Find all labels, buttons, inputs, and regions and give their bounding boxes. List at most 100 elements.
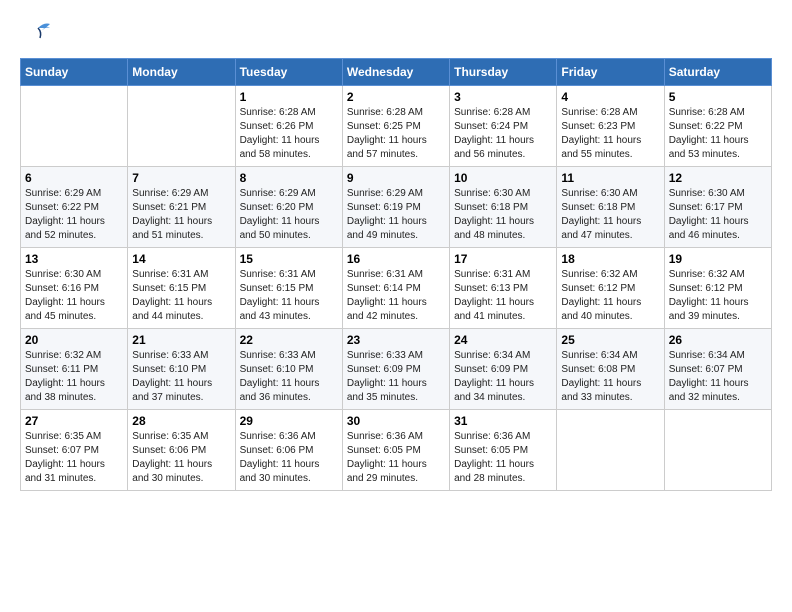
- day-number: 29: [240, 414, 338, 428]
- day-number: 7: [132, 171, 230, 185]
- page-header: [20, 20, 772, 48]
- calendar-cell: 1 Sunrise: 6:28 AM Sunset: 6:26 PM Daylig…: [235, 86, 342, 167]
- day-number: 16: [347, 252, 445, 266]
- calendar-cell: 9 Sunrise: 6:29 AM Sunset: 6:19 PM Daylig…: [342, 167, 449, 248]
- day-info: Sunrise: 6:31 AM Sunset: 6:14 PM Dayligh…: [347, 268, 445, 324]
- day-info: Sunrise: 6:29 AM Sunset: 6:22 PM Dayligh…: [25, 187, 123, 243]
- day-of-week-header: Wednesday: [342, 59, 449, 86]
- day-info: Sunrise: 6:34 AM Sunset: 6:08 PM Dayligh…: [561, 349, 659, 405]
- calendar-cell: 10 Sunrise: 6:30 AM Sunset: 6:18 PM Dayli…: [450, 167, 557, 248]
- day-number: 17: [454, 252, 552, 266]
- day-info: Sunrise: 6:31 AM Sunset: 6:15 PM Dayligh…: [240, 268, 338, 324]
- day-number: 2: [347, 90, 445, 104]
- day-info: Sunrise: 6:32 AM Sunset: 6:12 PM Dayligh…: [669, 268, 767, 324]
- calendar-cell: 16 Sunrise: 6:31 AM Sunset: 6:14 PM Dayli…: [342, 248, 449, 329]
- day-number: 26: [669, 333, 767, 347]
- calendar-cell: 28 Sunrise: 6:35 AM Sunset: 6:06 PM Dayli…: [128, 410, 235, 491]
- day-number: 14: [132, 252, 230, 266]
- day-info: Sunrise: 6:35 AM Sunset: 6:07 PM Dayligh…: [25, 430, 123, 486]
- day-info: Sunrise: 6:34 AM Sunset: 6:09 PM Dayligh…: [454, 349, 552, 405]
- calendar-cell: 24 Sunrise: 6:34 AM Sunset: 6:09 PM Dayli…: [450, 329, 557, 410]
- calendar-week-row: 6Sunrise: 6:29 AM Sunset: 6:22 PM Daylig…: [21, 167, 772, 248]
- calendar-cell: 25Sunrise: 6:34 AM Sunset: 6:08 PM Dayli…: [557, 329, 664, 410]
- day-of-week-header: Friday: [557, 59, 664, 86]
- logo: [20, 20, 52, 48]
- day-info: Sunrise: 6:32 AM Sunset: 6:12 PM Dayligh…: [561, 268, 659, 324]
- calendar-cell: 23 Sunrise: 6:33 AM Sunset: 6:09 PM Dayli…: [342, 329, 449, 410]
- day-info: Sunrise: 6:33 AM Sunset: 6:10 PM Dayligh…: [132, 349, 230, 405]
- day-number: 24: [454, 333, 552, 347]
- day-number: 23: [347, 333, 445, 347]
- day-of-week-header: Sunday: [21, 59, 128, 86]
- calendar-cell: [128, 86, 235, 167]
- calendar-cell: 6Sunrise: 6:29 AM Sunset: 6:22 PM Daylig…: [21, 167, 128, 248]
- day-info: Sunrise: 6:31 AM Sunset: 6:13 PM Dayligh…: [454, 268, 552, 324]
- day-info: Sunrise: 6:35 AM Sunset: 6:06 PM Dayligh…: [132, 430, 230, 486]
- day-info: Sunrise: 6:29 AM Sunset: 6:19 PM Dayligh…: [347, 187, 445, 243]
- day-info: Sunrise: 6:30 AM Sunset: 6:17 PM Dayligh…: [669, 187, 767, 243]
- day-info: Sunrise: 6:33 AM Sunset: 6:10 PM Dayligh…: [240, 349, 338, 405]
- calendar-cell: 18Sunrise: 6:32 AM Sunset: 6:12 PM Dayli…: [557, 248, 664, 329]
- calendar-week-row: 20 Sunrise: 6:32 AM Sunset: 6:11 PM Dayli…: [21, 329, 772, 410]
- calendar-cell: 30Sunrise: 6:36 AM Sunset: 6:05 PM Dayli…: [342, 410, 449, 491]
- day-number: 15: [240, 252, 338, 266]
- day-number: 8: [240, 171, 338, 185]
- day-info: Sunrise: 6:30 AM Sunset: 6:18 PM Dayligh…: [561, 187, 659, 243]
- calendar-cell: 21 Sunrise: 6:33 AM Sunset: 6:10 PM Dayli…: [128, 329, 235, 410]
- calendar-week-row: 27 Sunrise: 6:35 AM Sunset: 6:07 PM Dayli…: [21, 410, 772, 491]
- day-number: 11: [561, 171, 659, 185]
- calendar-cell: [557, 410, 664, 491]
- calendar-table: SundayMondayTuesdayWednesdayThursdayFrid…: [20, 58, 772, 491]
- day-info: Sunrise: 6:28 AM Sunset: 6:23 PM Dayligh…: [561, 106, 659, 162]
- day-number: 13: [25, 252, 123, 266]
- day-info: Sunrise: 6:30 AM Sunset: 6:16 PM Dayligh…: [25, 268, 123, 324]
- day-info: Sunrise: 6:28 AM Sunset: 6:26 PM Dayligh…: [240, 106, 338, 162]
- calendar-cell: 12 Sunrise: 6:30 AM Sunset: 6:17 PM Dayli…: [664, 167, 771, 248]
- day-number: 27: [25, 414, 123, 428]
- day-info: Sunrise: 6:30 AM Sunset: 6:18 PM Dayligh…: [454, 187, 552, 243]
- calendar-cell: 31 Sunrise: 6:36 AM Sunset: 6:05 PM Dayli…: [450, 410, 557, 491]
- day-of-week-header: Thursday: [450, 59, 557, 86]
- day-number: 10: [454, 171, 552, 185]
- calendar-cell: 11 Sunrise: 6:30 AM Sunset: 6:18 PM Dayli…: [557, 167, 664, 248]
- day-number: 3: [454, 90, 552, 104]
- calendar-cell: 17 Sunrise: 6:31 AM Sunset: 6:13 PM Dayli…: [450, 248, 557, 329]
- day-number: 28: [132, 414, 230, 428]
- day-of-week-header: Monday: [128, 59, 235, 86]
- day-number: 31: [454, 414, 552, 428]
- calendar-cell: [21, 86, 128, 167]
- day-number: 19: [669, 252, 767, 266]
- calendar-cell: 7Sunrise: 6:29 AM Sunset: 6:21 PM Daylig…: [128, 167, 235, 248]
- day-number: 9: [347, 171, 445, 185]
- day-number: 20: [25, 333, 123, 347]
- calendar-cell: 14 Sunrise: 6:31 AM Sunset: 6:15 PM Dayli…: [128, 248, 235, 329]
- calendar-cell: 2 Sunrise: 6:28 AM Sunset: 6:25 PM Daylig…: [342, 86, 449, 167]
- calendar-cell: 3 Sunrise: 6:28 AM Sunset: 6:24 PM Daylig…: [450, 86, 557, 167]
- calendar-cell: 13 Sunrise: 6:30 AM Sunset: 6:16 PM Dayli…: [21, 248, 128, 329]
- calendar-cell: 27 Sunrise: 6:35 AM Sunset: 6:07 PM Dayli…: [21, 410, 128, 491]
- day-info: Sunrise: 6:32 AM Sunset: 6:11 PM Dayligh…: [25, 349, 123, 405]
- calendar-cell: 4 Sunrise: 6:28 AM Sunset: 6:23 PM Daylig…: [557, 86, 664, 167]
- day-info: Sunrise: 6:28 AM Sunset: 6:24 PM Dayligh…: [454, 106, 552, 162]
- day-number: 30: [347, 414, 445, 428]
- calendar-cell: 20 Sunrise: 6:32 AM Sunset: 6:11 PM Dayli…: [21, 329, 128, 410]
- calendar-cell: 5Sunrise: 6:28 AM Sunset: 6:22 PM Daylig…: [664, 86, 771, 167]
- day-info: Sunrise: 6:31 AM Sunset: 6:15 PM Dayligh…: [132, 268, 230, 324]
- calendar-cell: 26 Sunrise: 6:34 AM Sunset: 6:07 PM Dayli…: [664, 329, 771, 410]
- day-info: Sunrise: 6:33 AM Sunset: 6:09 PM Dayligh…: [347, 349, 445, 405]
- day-number: 5: [669, 90, 767, 104]
- day-info: Sunrise: 6:28 AM Sunset: 6:25 PM Dayligh…: [347, 106, 445, 162]
- logo-bird-icon: [24, 20, 52, 48]
- calendar-cell: 29 Sunrise: 6:36 AM Sunset: 6:06 PM Dayli…: [235, 410, 342, 491]
- calendar-week-row: 13 Sunrise: 6:30 AM Sunset: 6:16 PM Dayli…: [21, 248, 772, 329]
- day-number: 21: [132, 333, 230, 347]
- day-number: 1: [240, 90, 338, 104]
- calendar-cell: 15 Sunrise: 6:31 AM Sunset: 6:15 PM Dayli…: [235, 248, 342, 329]
- day-info: Sunrise: 6:36 AM Sunset: 6:05 PM Dayligh…: [454, 430, 552, 486]
- day-number: 22: [240, 333, 338, 347]
- day-info: Sunrise: 6:34 AM Sunset: 6:07 PM Dayligh…: [669, 349, 767, 405]
- day-number: 12: [669, 171, 767, 185]
- day-number: 4: [561, 90, 659, 104]
- calendar-cell: 8Sunrise: 6:29 AM Sunset: 6:20 PM Daylig…: [235, 167, 342, 248]
- day-info: Sunrise: 6:36 AM Sunset: 6:06 PM Dayligh…: [240, 430, 338, 486]
